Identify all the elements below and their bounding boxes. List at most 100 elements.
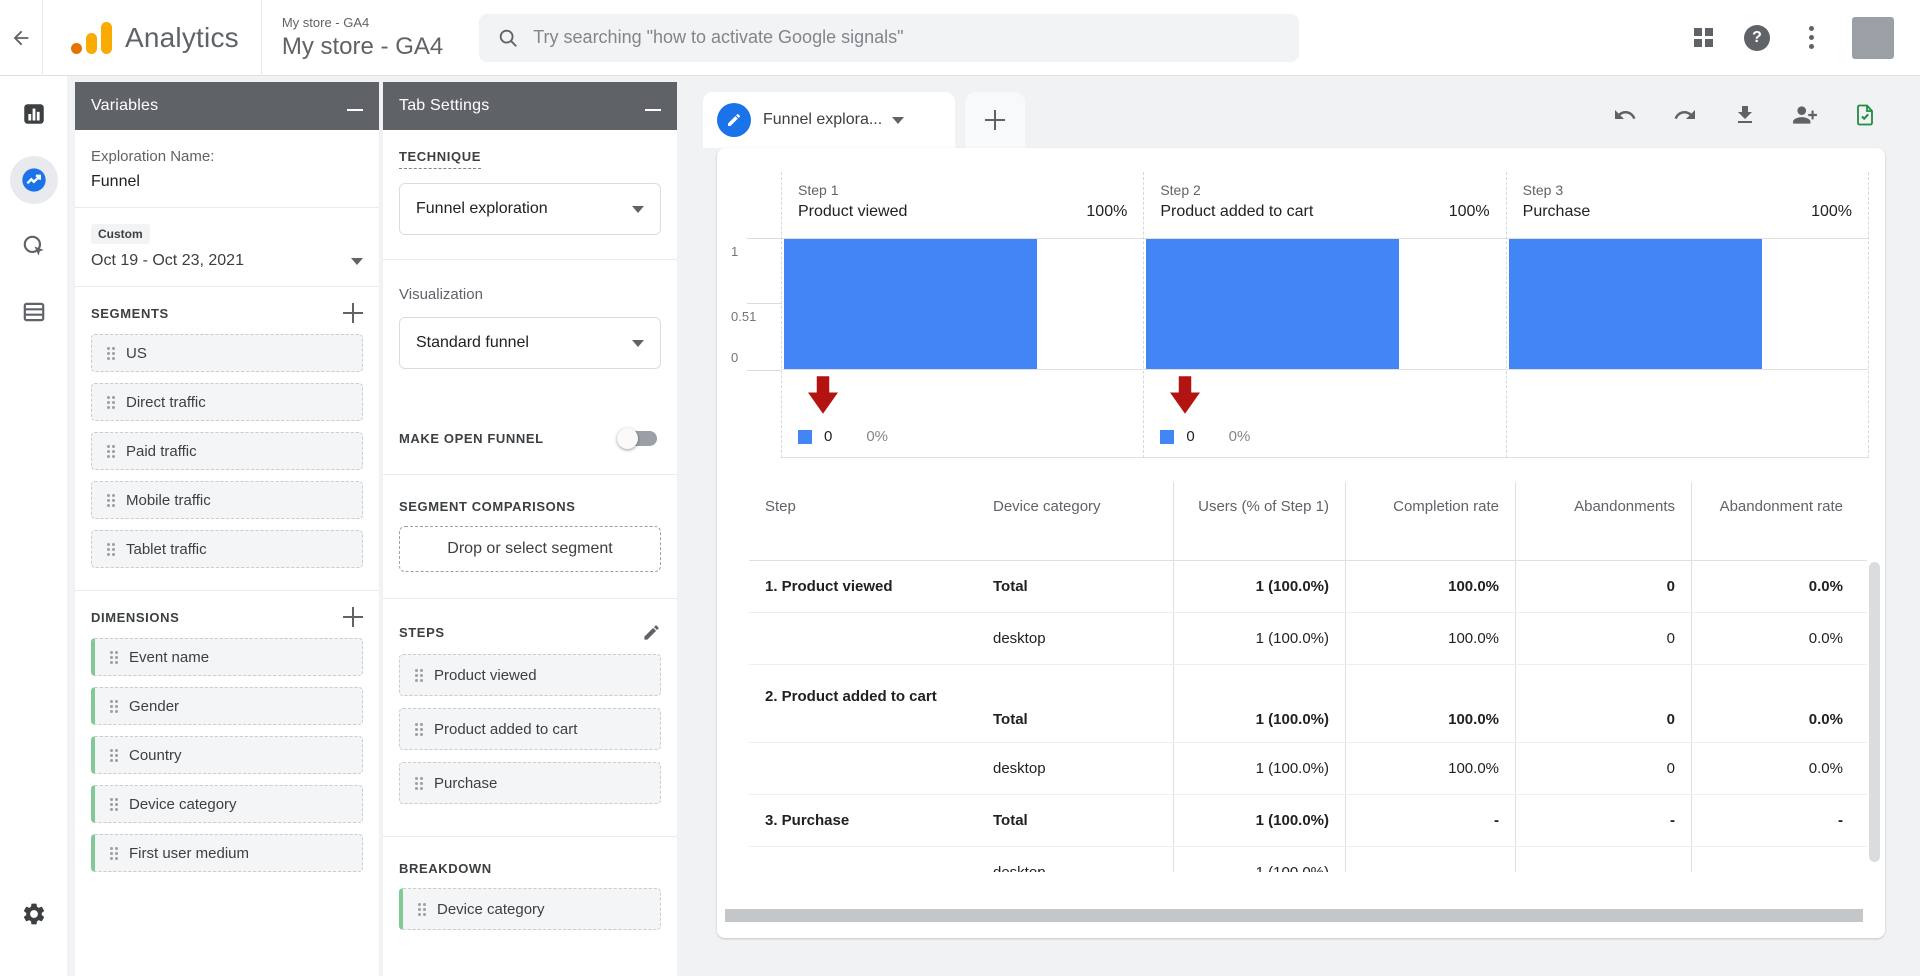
dimension-chip[interactable]: Gender: [91, 687, 363, 725]
horizontal-scrollbar[interactable]: [725, 909, 1863, 922]
dimension-chip[interactable]: Event name: [91, 638, 363, 676]
saved-status-button[interactable]: [1852, 102, 1878, 128]
redo-button[interactable]: [1672, 102, 1698, 128]
segment-chip[interactable]: Mobile traffic: [91, 481, 363, 519]
drag-handle-icon: [107, 347, 110, 350]
chevron-down-icon: [351, 258, 363, 265]
variables-panel-title: Variables: [91, 97, 158, 115]
drag-handle-icon: [415, 669, 418, 672]
abandonment-count: 0: [824, 428, 832, 445]
account-avatar[interactable]: [1852, 17, 1894, 59]
step-number-label: Step 2: [1160, 182, 1489, 198]
analytics-logo-icon: [69, 20, 115, 56]
funnel-abandonment-area: 0 0%: [1144, 370, 1505, 458]
funnel-step-column-3: Step 3 Purchase 100%: [1506, 172, 1868, 458]
exploration-name-label: Exploration Name:: [91, 148, 363, 165]
download-button[interactable]: [1732, 102, 1758, 128]
dimension-chip[interactable]: Country: [91, 736, 363, 774]
funnel-step-chip[interactable]: Purchase: [399, 762, 661, 804]
nav-library-button[interactable]: [10, 288, 58, 336]
visualization-label: Visualization: [399, 286, 661, 303]
collapse-variables-icon[interactable]: [347, 109, 363, 111]
funnel-chart: 1 0.51 0 Step 1 Product viewed: [717, 148, 1885, 458]
funnel-bar[interactable]: [1509, 239, 1762, 369]
segment-chip[interactable]: Tablet traffic: [91, 530, 363, 568]
vertical-scrollbar[interactable]: [1869, 562, 1880, 862]
open-funnel-toggle[interactable]: [621, 431, 657, 446]
chevron-down-icon: [632, 340, 644, 347]
kebab-menu-icon: [1809, 35, 1814, 40]
funnel-exploration-tab[interactable]: Funnel explora...: [703, 92, 955, 148]
ga4-analytics-app: Analytics My store - GA4 My store - GA4 …: [0, 0, 1920, 976]
google-apps-button[interactable]: [1680, 15, 1726, 61]
search-input[interactable]: [533, 27, 1281, 48]
funnel-bar[interactable]: [784, 239, 1037, 369]
product-name: Analytics: [125, 22, 239, 54]
help-button[interactable]: ?: [1734, 15, 1780, 61]
funnel-bar-area: [1507, 238, 1868, 370]
tab-settings-body: TECHNIQUE Funnel exploration Visualizati…: [383, 130, 677, 930]
exploration-name-value[interactable]: Funnel: [91, 173, 363, 191]
chevron-down-icon[interactable]: [892, 117, 904, 124]
funnel-step-chip[interactable]: Product viewed: [399, 654, 661, 696]
file-check-icon: [1853, 103, 1877, 127]
y-tick-label: 0: [731, 350, 738, 365]
date-range-badge: Custom: [91, 224, 150, 244]
back-button[interactable]: [0, 0, 42, 76]
funnel-step-column-2: Step 2 Product added to cart 100%: [1143, 172, 1505, 458]
technique-label: TECHNIQUE: [399, 149, 481, 169]
share-button[interactable]: [1792, 102, 1818, 128]
funnel-abandonment-area: [1507, 370, 1868, 458]
add-dimension-icon[interactable]: [343, 607, 363, 627]
funnel-bar[interactable]: [1146, 239, 1399, 369]
step-completion-pct: 100%: [1449, 203, 1490, 221]
edit-steps-icon[interactable]: [642, 623, 661, 642]
segment-chip[interactable]: US: [91, 334, 363, 372]
property-selector[interactable]: My store - GA4 My store - GA4: [261, 0, 443, 76]
divider: [383, 836, 677, 837]
breakdown-label: BREAKDOWN: [399, 861, 661, 876]
chevron-down-icon: [632, 206, 644, 213]
drag-handle-icon: [415, 723, 418, 726]
redo-icon: [1673, 103, 1697, 127]
step-name: Product viewed: [798, 203, 907, 221]
segment-chip[interactable]: Direct traffic: [91, 383, 363, 421]
advertising-icon: [21, 233, 47, 259]
drag-handle-icon: [107, 396, 110, 399]
dimension-chip[interactable]: First user medium: [91, 834, 363, 872]
person-add-icon: [1792, 102, 1818, 128]
breakdown-chip[interactable]: Device category: [399, 888, 661, 930]
exploration-card: 1 0.51 0 Step 1 Product viewed: [717, 148, 1885, 938]
nav-reports-button[interactable]: [10, 90, 58, 138]
undo-button[interactable]: [1612, 102, 1638, 128]
nav-admin-button[interactable]: [10, 890, 58, 938]
add-segment-icon[interactable]: [343, 303, 363, 323]
tab-settings-header: Tab Settings: [383, 82, 677, 130]
visualization-select[interactable]: Standard funnel: [399, 317, 661, 369]
tab-settings-panel: Tab Settings TECHNIQUE Funnel exploratio…: [383, 82, 677, 976]
technique-select[interactable]: Funnel exploration: [399, 183, 661, 235]
analytics-home-link[interactable]: Analytics: [43, 20, 239, 56]
date-range-selector[interactable]: Oct 19 - Oct 23, 2021: [91, 252, 363, 270]
add-tab-button[interactable]: [965, 92, 1025, 148]
step-completion-pct: 100%: [1811, 203, 1852, 221]
search-bar[interactable]: [479, 14, 1299, 62]
nav-advertising-button[interactable]: [10, 222, 58, 270]
segment-dropzone[interactable]: Drop or select segment: [399, 526, 661, 572]
y-tick-label: 1: [731, 244, 738, 259]
divider: [75, 590, 379, 591]
date-range-value: Oct 19 - Oct 23, 2021: [91, 252, 244, 270]
funnel-step-chip[interactable]: Product added to cart: [399, 708, 661, 750]
dimension-chip[interactable]: Device category: [91, 785, 363, 823]
steps-label: STEPS: [399, 625, 445, 640]
more-options-button[interactable]: [1788, 15, 1834, 61]
download-icon: [1733, 103, 1757, 127]
help-icon: ?: [1744, 25, 1770, 51]
step-completion-pct: 100%: [1086, 203, 1127, 221]
nav-explore-button[interactable]: [10, 156, 58, 204]
abandonment-arrow-icon: [1170, 376, 1200, 414]
abandonment-count: 0: [1186, 428, 1194, 445]
segment-chip[interactable]: Paid traffic: [91, 432, 363, 470]
variables-panel-header: Variables: [75, 82, 379, 130]
collapse-tab-settings-icon[interactable]: [645, 109, 661, 111]
